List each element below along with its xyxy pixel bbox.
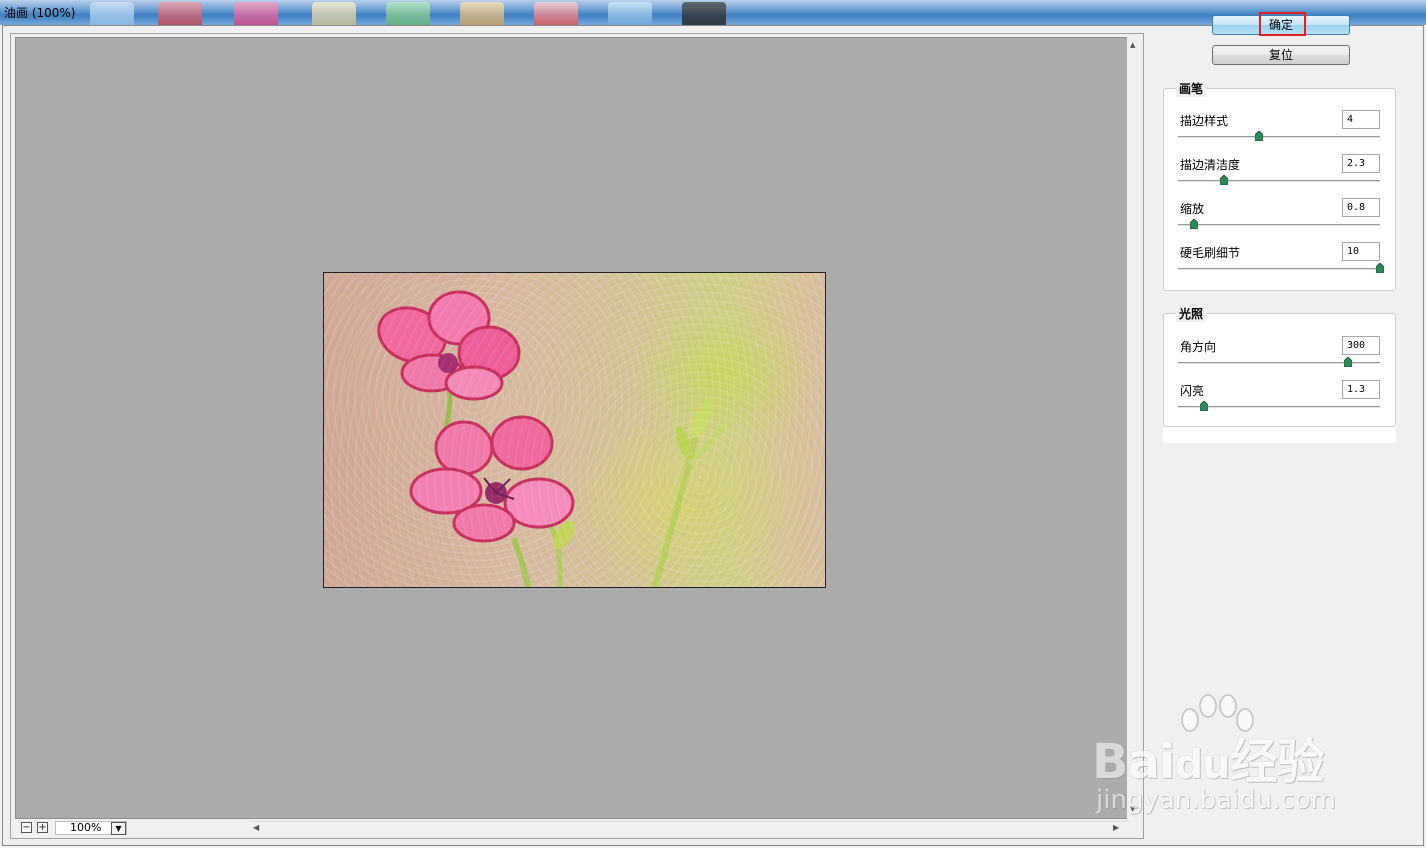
param-value-input[interactable]: 1.3 [1342,380,1380,399]
flower-lower [409,415,575,543]
window-title: 油画 (100%) [4,6,76,20]
param-stroke-style: 描边样式 4 [1164,110,1395,150]
preview-canvas[interactable] [15,37,1129,819]
reset-button[interactable]: 复位 [1212,45,1350,65]
param-value-input[interactable]: 4 [1342,110,1380,129]
brush-group-title: 画笔 [1176,80,1207,97]
taskbar-icon [158,2,202,25]
slider-track[interactable] [1178,180,1380,182]
lighting-group-title: 光照 [1176,305,1207,322]
param-value-input[interactable]: 10 [1342,242,1380,261]
param-value-input[interactable]: 2.3 [1342,154,1380,173]
slider-thumb-icon[interactable] [1190,219,1199,229]
slider-thumb-icon[interactable] [1220,175,1229,185]
preview-image [323,272,826,588]
taskbar-icon [608,2,652,25]
slider-thumb-icon[interactable] [1376,263,1384,273]
param-label: 缩放 [1180,202,1205,216]
flower-painting [377,290,727,587]
param-label: 闪亮 [1180,384,1205,398]
param-shine: 闪亮 1.3 [1164,380,1395,420]
slider-thumb-icon[interactable] [1254,131,1263,141]
flower-upper [377,290,521,401]
param-scale: 缩放 0.8 [1164,198,1395,238]
baidu-watermark: Baidu经验 jingyan.baidu.com [1092,690,1362,820]
zoom-dropdown-icon[interactable]: ▼ [111,822,126,835]
horizontal-scrollbar[interactable]: ◀ ▶ [249,821,1129,834]
taskbar-icon [312,2,356,25]
param-angle: 角方向 300 [1164,336,1395,376]
slider-track[interactable] [1178,224,1380,226]
taskbar-icon [534,2,578,25]
slider-track[interactable] [1178,406,1380,408]
scroll-right-arrow-icon[interactable]: ▶ [1113,823,1119,832]
scroll-up-arrow-icon[interactable]: ▲ [1130,41,1135,49]
slider-track[interactable] [1178,268,1380,270]
watermark-brand: Baidu经验 [1092,734,1325,790]
slider-thumb-icon[interactable] [1200,401,1209,411]
slider-thumb-icon[interactable] [1343,357,1352,367]
taskbar-icon [234,2,278,25]
preview-frame: ▲ ▼ − + 100% ▼ ◀ ▶ [10,33,1144,839]
lighting-group: 光照 角方向 300 闪亮 1.3 [1163,305,1396,427]
param-bristle-detail: 硬毛刷细节 10 [1164,242,1395,282]
taskbar-icons [90,2,750,25]
scroll-left-arrow-icon[interactable]: ◀ [253,823,259,832]
param-value-input[interactable]: 300 [1342,336,1380,355]
taskbar-icon [682,2,726,25]
param-label: 描边清洁度 [1180,158,1241,172]
param-label: 角方向 [1180,340,1217,354]
taskbar-icon [460,2,504,25]
panel-footer [1163,427,1396,443]
taskbar-icon [90,2,134,25]
param-value-input[interactable]: 0.8 [1342,198,1380,217]
zoom-in-button[interactable]: + [37,822,48,833]
param-label: 硬毛刷细节 [1180,246,1241,260]
zoom-bar: − + 100% ▼ ◀ ▶ [15,821,1129,837]
zoom-out-button[interactable]: − [21,822,32,833]
slider-track[interactable] [1178,136,1380,138]
taskbar-icon [386,2,430,25]
watermark-url: jingyan.baidu.com [1096,785,1336,815]
brush-group: 画笔 描边样式 4 描边清洁度 2.3 缩放 0.8 硬毛刷细节 10 [1163,80,1396,291]
ok-highlight-box [1259,12,1306,36]
param-stroke-cleanliness: 描边清洁度 2.3 [1164,154,1395,194]
param-label: 描边样式 [1180,114,1229,128]
